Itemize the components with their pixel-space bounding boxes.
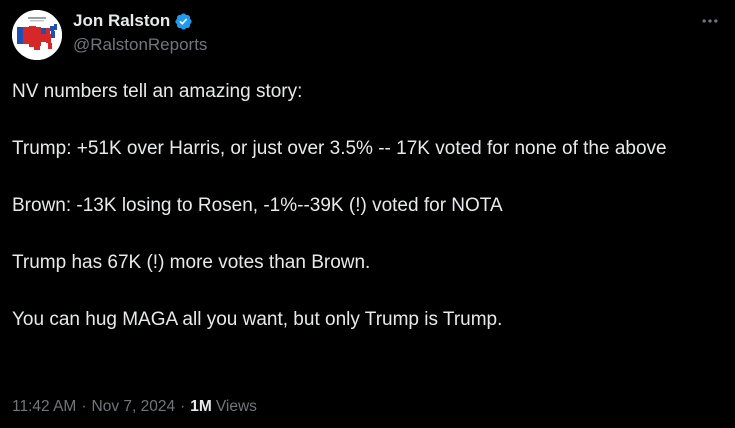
tweet-paragraph: Brown: -13K losing to Rosen, -1%--39K (!… <box>12 195 503 216</box>
author-avatar[interactable] <box>12 10 62 60</box>
more-options-button[interactable] <box>693 8 727 34</box>
verified-badge-icon[interactable] <box>174 12 193 31</box>
views-label: Views <box>215 398 257 415</box>
meta-separator: · <box>180 398 186 415</box>
meta-separator: · <box>81 398 87 415</box>
author-display-name[interactable]: Jon Ralston <box>73 11 170 31</box>
author-handle[interactable]: @RalstonReports <box>73 35 207 55</box>
tweet-body: NV numbers tell an amazing story: Trump:… <box>12 78 712 334</box>
tweet-paragraph: You can hug MAGA all you want, but only … <box>12 309 503 330</box>
author-name-row: Jon Ralston <box>73 10 193 32</box>
tweet-card: Jon Ralston @RalstonReports NV numbers t… <box>0 0 735 428</box>
tweet-metadata: 11:42 AM · Nov 7, 2024 · 1M Views <box>12 398 257 416</box>
tweet-time[interactable]: 11:42 AM <box>12 398 76 416</box>
tweet-paragraph: NV numbers tell an amazing story: <box>12 81 303 102</box>
tweet-date[interactable]: Nov 7, 2024 <box>92 398 176 416</box>
more-options-icon <box>702 19 718 23</box>
us-election-map-avatar-icon <box>12 10 62 60</box>
tweet-paragraph: Trump: +51K over Harris, or just over 3.… <box>12 138 667 159</box>
views-count[interactable]: 1M <box>190 398 212 416</box>
tweet-paragraph: Trump has 67K (!) more votes than Brown. <box>12 252 371 273</box>
